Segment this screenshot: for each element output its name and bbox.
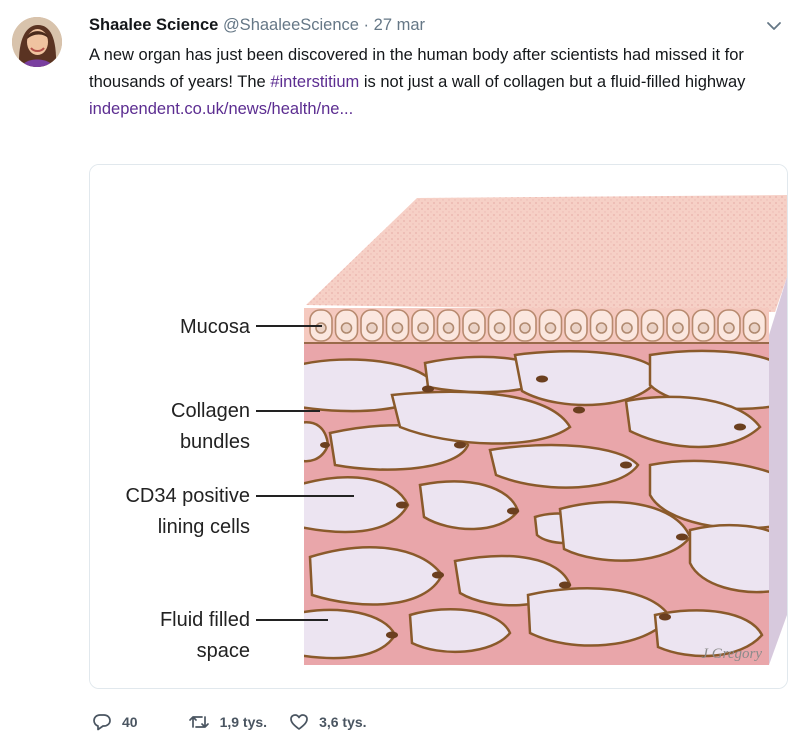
mucosa-cell-nucleus (315, 322, 327, 334)
mucosa-cell-nucleus (442, 322, 455, 334)
mucosa-cell-nucleus (672, 322, 684, 334)
mucosa-cell-nucleus (697, 322, 710, 334)
label-fluid-1: Fluid filled (160, 609, 250, 631)
reply-button[interactable]: 40 (92, 712, 138, 732)
tweet-text-part: is not just a wall of collagen but a flu… (359, 73, 746, 91)
mucosa-cell-nucleus (570, 322, 582, 334)
tweet: Shaalee Science @ShaaleeScience · 27 mar… (0, 0, 800, 737)
tweet-media-image[interactable]: Mucosa Collagen bundles CD34 positive li… (89, 164, 788, 689)
retweet-button[interactable]: 1,9 tys. (188, 712, 267, 732)
avatar[interactable] (12, 17, 62, 67)
mucosa-cell-nucleus (340, 322, 353, 334)
like-button[interactable]: 3,6 tys. (289, 712, 367, 732)
label-collagen-1: Collagen (171, 400, 250, 422)
author-name[interactable]: Shaalee Science (89, 16, 218, 34)
avatar-image (12, 17, 62, 67)
label-collagen-2: bundles (180, 431, 250, 453)
hashtag-link[interactable]: #interstitium (270, 73, 359, 91)
mucosa-cell-nucleus (391, 322, 404, 334)
label-mucosa: Mucosa (180, 316, 251, 338)
mucosa-cell-nucleus (646, 322, 659, 334)
mucosa-cell-nucleus (544, 322, 557, 334)
mucosa-cell-nucleus (366, 322, 378, 334)
tweet-actions: 40 1,9 tys. 3,6 tys. (92, 710, 389, 734)
author-handle[interactable]: @ShaaleeScience (223, 16, 359, 34)
reply-icon (93, 714, 111, 731)
separator: · (363, 16, 370, 34)
like-count: 3,6 tys. (319, 714, 367, 730)
tweet-text: A new organ has just been discovered in … (89, 42, 779, 123)
mucosa-cell-nucleus (417, 322, 429, 334)
retweet-icon (188, 716, 209, 728)
tweet-date[interactable]: 27 mar (374, 16, 425, 34)
mucosa-cell-nucleus (468, 322, 480, 334)
like-icon (290, 714, 308, 730)
chevron-down-icon[interactable] (764, 16, 784, 36)
reply-count: 40 (122, 714, 138, 730)
retweet-count: 1,9 tys. (219, 714, 268, 730)
mucosa-cell-nucleus (519, 322, 531, 334)
mucosa-cell-nucleus (723, 322, 735, 334)
block-side (769, 277, 787, 665)
mucosa-cell-nucleus (621, 322, 633, 334)
label-fluid-2: space (197, 640, 250, 662)
mucosa-cell-nucleus (595, 322, 608, 334)
artist-signature: J Gregory (701, 646, 762, 662)
mucosa-cell-nucleus (748, 322, 761, 334)
tweet-header: Shaalee Science @ShaaleeScience · 27 mar (89, 13, 425, 37)
article-link[interactable]: independent.co.uk/news/health/ne... (89, 96, 779, 123)
label-cd34-2: lining cells (158, 516, 250, 538)
interstitium-illustration: Mucosa Collagen bundles CD34 positive li… (90, 165, 787, 688)
mucosa-cell-nucleus (493, 322, 506, 334)
label-cd34-1: CD34 positive (125, 485, 250, 507)
